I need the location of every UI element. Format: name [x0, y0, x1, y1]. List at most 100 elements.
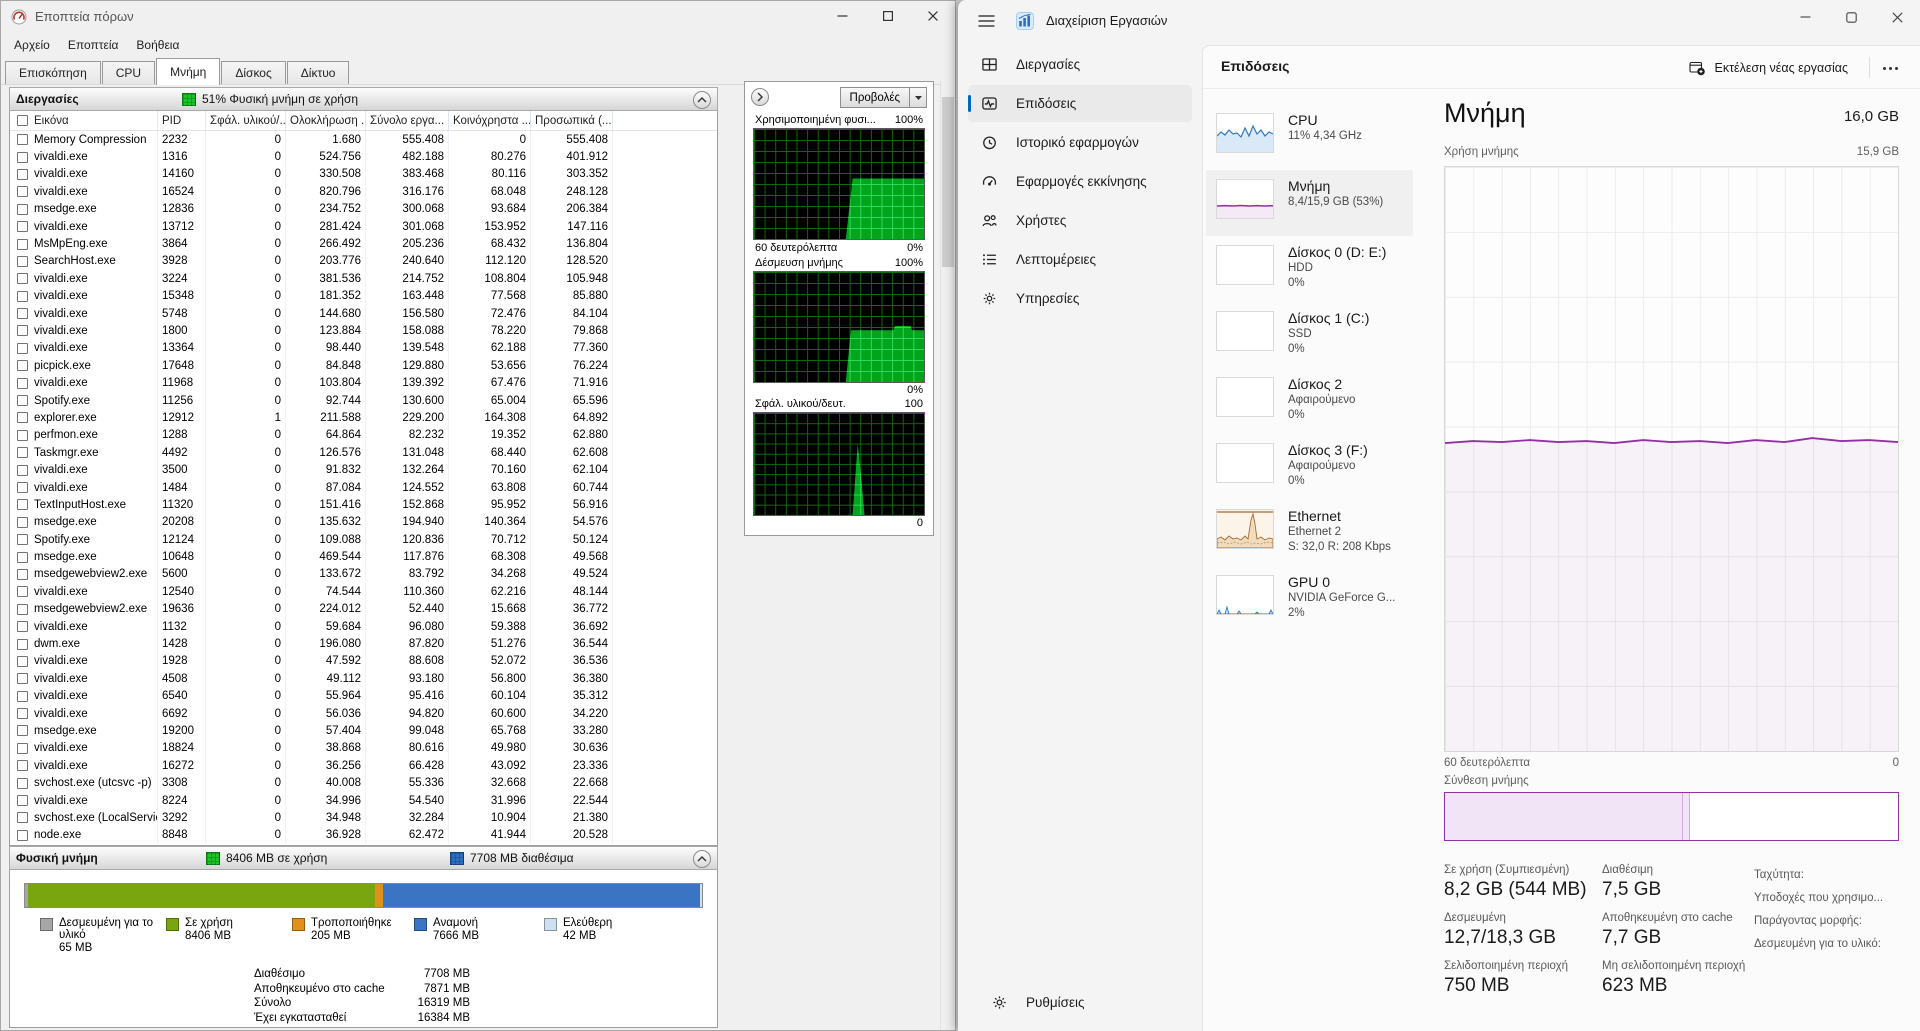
- row-checkbox[interactable]: [17, 204, 28, 215]
- process-row[interactable]: Taskmgr.exe44920126.576131.04868.44062.6…: [10, 444, 717, 461]
- sidebar-item[interactable]: Επιδόσεις: [968, 85, 1192, 122]
- process-row[interactable]: msedge.exe128360234.752300.06893.684206.…: [10, 201, 717, 218]
- sidebar-item[interactable]: Υπηρεσίες: [968, 280, 1192, 317]
- sidebar-item[interactable]: Εφαρμογές εκκίνησης: [968, 163, 1192, 200]
- row-checkbox[interactable]: [17, 430, 28, 441]
- select-all-checkbox[interactable]: [17, 115, 28, 126]
- column-header[interactable]: Εικόνα: [10, 111, 158, 130]
- process-row[interactable]: msedgewebview2.exe196360224.01252.44015.…: [10, 601, 717, 618]
- process-row[interactable]: vivaldi.exe6540055.96495.41660.10435.312: [10, 688, 717, 705]
- row-checkbox[interactable]: [17, 778, 28, 789]
- row-checkbox[interactable]: [17, 569, 28, 580]
- scrollbar[interactable]: [940, 81, 955, 1030]
- row-checkbox[interactable]: [17, 534, 28, 545]
- process-row[interactable]: vivaldi.exe13160524.756482.18880.276401.…: [10, 148, 717, 165]
- process-row[interactable]: vivaldi.exe3500091.832132.26470.16062.10…: [10, 461, 717, 478]
- process-row[interactable]: vivaldi.exe165240820.796316.17668.048248…: [10, 183, 717, 200]
- chevron-down-icon[interactable]: [910, 87, 927, 108]
- process-row[interactable]: vivaldi.exe32240381.536214.752108.804105…: [10, 270, 717, 287]
- process-row[interactable]: vivaldi.exe13364098.440139.54862.18877.3…: [10, 340, 717, 357]
- menu-item[interactable]: Αρχείο: [5, 35, 59, 55]
- process-row[interactable]: dwm.exe14280196.08087.82051.27636.544: [10, 635, 717, 652]
- perf-item-Δίσκος 3 (F:)[interactable]: Δίσκος 3 (F:)Αφαιρούμενο0%: [1206, 434, 1413, 500]
- perf-item-Μνήμη[interactable]: Μνήμη8,4/15,9 GB (53%): [1206, 170, 1413, 236]
- row-checkbox[interactable]: [17, 291, 28, 302]
- row-checkbox[interactable]: [17, 239, 28, 250]
- row-checkbox[interactable]: [17, 586, 28, 597]
- views-dropdown[interactable]: Προβολές: [840, 87, 927, 108]
- process-row[interactable]: Spotify.exe11256092.744130.60065.00465.5…: [10, 392, 717, 409]
- column-header[interactable]: Σύνολο εργα...: [366, 111, 449, 130]
- sidebar-item[interactable]: Χρήστες: [968, 202, 1192, 239]
- row-checkbox[interactable]: [17, 447, 28, 458]
- process-row[interactable]: vivaldi.exe12540074.544110.36062.21648.1…: [10, 583, 717, 600]
- column-header[interactable]: PID: [158, 111, 206, 130]
- process-row[interactable]: msedgewebview2.exe56000133.67283.79234.2…: [10, 566, 717, 583]
- process-row[interactable]: Spotify.exe121240109.088120.83670.71250.…: [10, 531, 717, 548]
- process-row[interactable]: vivaldi.exe4508049.11293.18056.80036.380: [10, 670, 717, 687]
- column-header[interactable]: Σφάλ. υλικού/...: [206, 111, 286, 130]
- maximize-button[interactable]: [1828, 0, 1874, 34]
- menu-item[interactable]: Εποπτεία: [59, 35, 128, 55]
- menu-item[interactable]: Βοήθεια: [127, 35, 188, 55]
- row-checkbox[interactable]: [17, 656, 28, 667]
- perf-item-CPU[interactable]: CPU11% 4,34 GHz: [1206, 104, 1413, 170]
- perf-item-GPU 0[interactable]: GPU 0NVIDIA GeForce G...2%: [1206, 566, 1413, 632]
- process-row[interactable]: vivaldi.exe8224034.99654.54031.99622.544: [10, 792, 717, 809]
- row-checkbox[interactable]: [17, 256, 28, 267]
- row-checkbox[interactable]: [17, 134, 28, 145]
- row-checkbox[interactable]: [17, 552, 28, 563]
- maximize-button[interactable]: [865, 2, 910, 30]
- sidebar-item-settings[interactable]: Ρυθμίσεις: [978, 984, 1182, 1021]
- process-row[interactable]: msedge.exe202080135.632194.940140.36454.…: [10, 514, 717, 531]
- row-checkbox[interactable]: [17, 152, 28, 163]
- row-checkbox[interactable]: [17, 760, 28, 771]
- row-checkbox[interactable]: [17, 308, 28, 319]
- process-row[interactable]: vivaldi.exe119680103.804139.39267.47671.…: [10, 374, 717, 391]
- minimize-button[interactable]: [820, 2, 865, 30]
- process-row[interactable]: vivaldi.exe141600330.508383.46880.116303…: [10, 166, 717, 183]
- row-checkbox[interactable]: [17, 499, 28, 510]
- row-checkbox[interactable]: [17, 743, 28, 754]
- row-checkbox[interactable]: [17, 673, 28, 684]
- process-row[interactable]: explorer.exe129121211.588229.200164.3086…: [10, 409, 717, 426]
- taskman-titlebar[interactable]: Διαχείριση Εργασιών: [958, 0, 1920, 44]
- row-checkbox[interactable]: [17, 221, 28, 232]
- row-checkbox[interactable]: [17, 517, 28, 528]
- row-checkbox[interactable]: [17, 691, 28, 702]
- perf-item-Δίσκος 1 (C:)[interactable]: Δίσκος 1 (C:)SSD0%: [1206, 302, 1413, 368]
- process-row[interactable]: vivaldi.exe57480144.680156.58072.47684.1…: [10, 305, 717, 322]
- sidebar-item[interactable]: Διεργασίες: [968, 46, 1192, 83]
- process-row[interactable]: MsMpEng.exe38640266.492205.23668.432136.…: [10, 235, 717, 252]
- sidebar-item[interactable]: Λεπτομέρειες: [968, 241, 1192, 278]
- row-checkbox[interactable]: [17, 482, 28, 493]
- row-checkbox[interactable]: [17, 812, 28, 823]
- row-checkbox[interactable]: [17, 725, 28, 736]
- expand-graphs-button[interactable]: [751, 88, 769, 106]
- column-header[interactable]: Ολοκλήρωση ...: [286, 111, 366, 130]
- row-checkbox[interactable]: [17, 830, 28, 841]
- minimize-button[interactable]: [1782, 0, 1828, 34]
- row-checkbox[interactable]: [17, 378, 28, 389]
- sidebar-item[interactable]: Ιστορικό εφαρμογών: [968, 124, 1192, 161]
- row-checkbox[interactable]: [17, 412, 28, 423]
- perf-item-Δίσκος 0 (D: E:)[interactable]: Δίσκος 0 (D: E:)HDD0%: [1206, 236, 1413, 302]
- column-header[interactable]: Κοινόχρηστα ...: [449, 111, 531, 130]
- row-checkbox[interactable]: [17, 465, 28, 476]
- views-label[interactable]: Προβολές: [840, 87, 910, 108]
- process-row[interactable]: svchost.exe (utcsvc -p)3308040.00855.336…: [10, 774, 717, 791]
- row-checkbox[interactable]: [17, 395, 28, 406]
- close-button[interactable]: [1874, 0, 1920, 34]
- resmon-titlebar[interactable]: Εποπτεία πόρων: [1, 1, 955, 32]
- process-row[interactable]: vivaldi.exe137120281.424301.068153.95214…: [10, 218, 717, 235]
- row-checkbox[interactable]: [17, 343, 28, 354]
- close-button[interactable]: [910, 2, 955, 30]
- process-row[interactable]: SearchHost.exe39280203.776240.640112.120…: [10, 253, 717, 270]
- row-checkbox[interactable]: [17, 708, 28, 719]
- collapse-physical-memory-button[interactable]: [693, 850, 711, 868]
- process-row[interactable]: vivaldi.exe6692056.03694.82060.60034.220: [10, 705, 717, 722]
- row-checkbox[interactable]: [17, 795, 28, 806]
- process-row[interactable]: TextInputHost.exe113200151.416152.86895.…: [10, 496, 717, 513]
- process-row[interactable]: msedge.exe19200057.40499.04865.76833.280: [10, 722, 717, 739]
- process-row[interactable]: msedge.exe106480469.544117.87668.30849.5…: [10, 548, 717, 565]
